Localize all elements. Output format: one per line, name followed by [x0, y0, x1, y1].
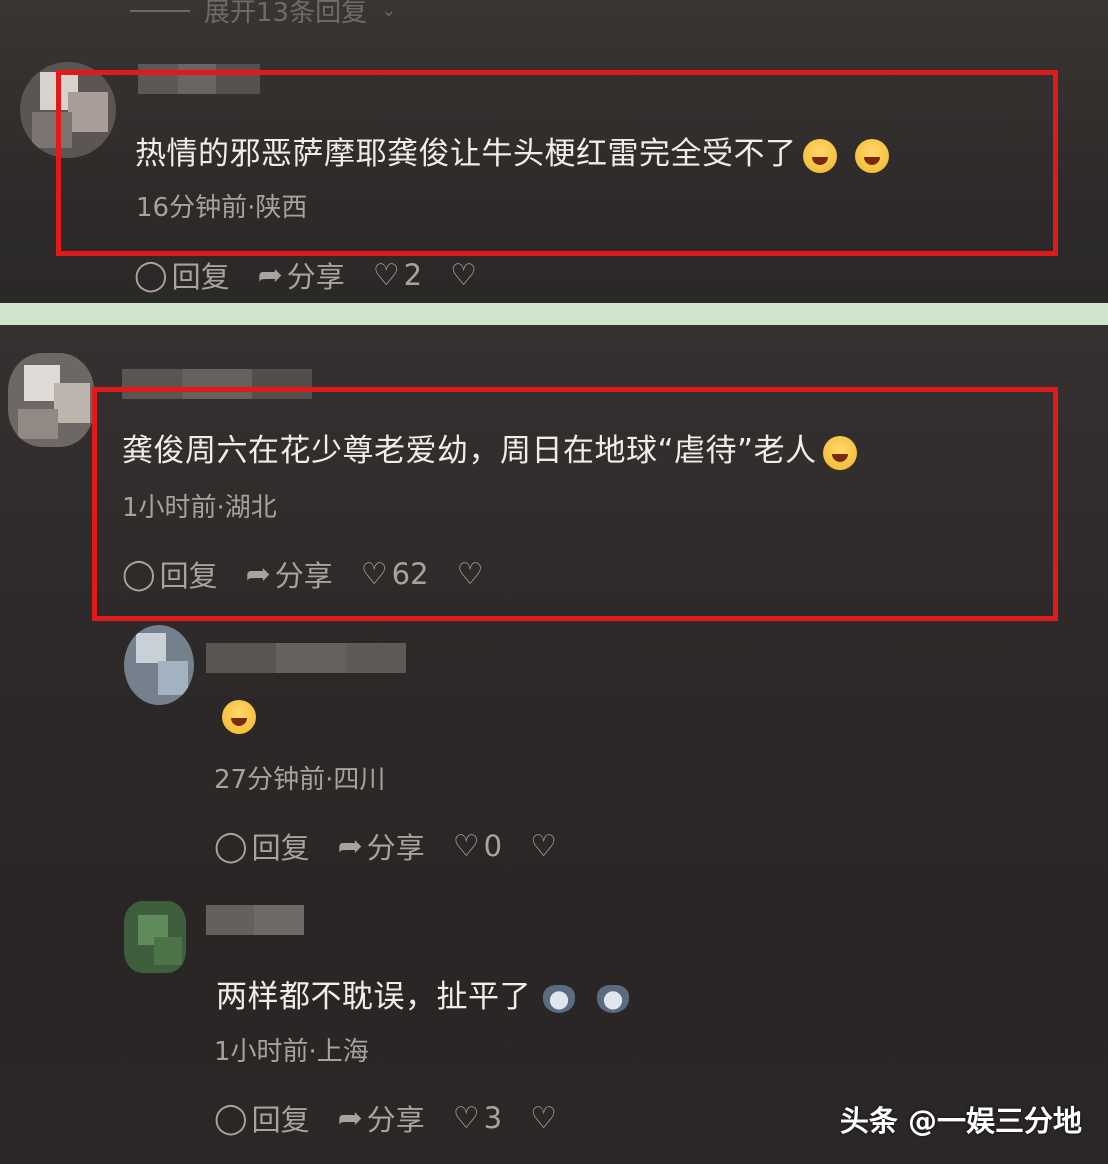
comment-panel-top: 展开13条回复 ⌄ 热情的邪恶萨摩耶龚俊让牛头梗红雷完全受不了 16分钟前·陕西…	[0, 0, 1108, 303]
avatar[interactable]	[124, 901, 186, 973]
broken-heart-icon: ♡	[450, 257, 478, 293]
expand-replies-label: 展开13条回复	[204, 0, 368, 28]
highlight-box	[92, 387, 1058, 621]
broken-heart-icon: ♡	[530, 828, 558, 864]
avatar[interactable]	[8, 353, 94, 447]
like-count: 3	[483, 1101, 503, 1135]
like-button[interactable]: ♡ 0	[453, 829, 502, 864]
expand-divider-line	[130, 9, 190, 12]
reply-label: 回复	[251, 831, 310, 865]
comment-panel-bottom: 龚俊周六在花少尊老爱幼，周日在地球“虐待”老人 1小时前·湖北 ◯ 回复 ➦ 分享 …	[0, 325, 1108, 1164]
comment-text	[216, 697, 256, 734]
comment-actions: ◯ 回复 ➦ 分享 ♡ 0 ♡	[214, 825, 589, 867]
like-button[interactable]: ♡ 2	[373, 258, 422, 293]
reply-label: 回复	[251, 1103, 310, 1137]
cat-emoji-icon	[597, 984, 629, 1013]
like-count: 0	[483, 829, 503, 863]
tears-of-joy-emoji-icon	[222, 699, 256, 734]
comment-actions: ◯ 回复 ➦ 分享 ♡ 3 ♡	[214, 1097, 589, 1139]
dislike-button[interactable]: ♡	[530, 829, 561, 864]
broken-heart-icon: ♡	[530, 1100, 558, 1136]
share-arrow-icon: ➦	[337, 828, 363, 864]
comment-bubble-icon: ◯	[134, 257, 168, 293]
comment-bubble-icon: ◯	[214, 1100, 248, 1136]
comment-meta: 1小时前·上海	[214, 1037, 369, 1067]
reply-label: 回复	[171, 260, 230, 294]
avatar[interactable]	[124, 625, 194, 705]
share-button[interactable]: ➦ 分享	[338, 1097, 425, 1139]
reply-button[interactable]: ◯ 回复	[214, 825, 310, 867]
like-button[interactable]: ♡ 3	[453, 1101, 502, 1136]
share-label: 分享	[366, 1103, 425, 1137]
comment-text: 两样都不耽误，扯平了	[216, 971, 629, 1016]
dislike-button[interactable]: ♡	[530, 1101, 561, 1136]
comment-meta: 27分钟前·四川	[214, 765, 386, 795]
cat-emoji-icon	[543, 984, 575, 1013]
watermark: 头条 @一娱三分地	[839, 1104, 1082, 1138]
share-arrow-icon: ➦	[337, 1100, 363, 1136]
comment-actions: ◯ 回复 ➦ 分享 ♡ 2 ♡	[134, 254, 509, 296]
share-label: 分享	[286, 260, 345, 294]
heart-icon: ♡	[452, 1100, 480, 1136]
heart-icon: ♡	[372, 257, 400, 293]
section-divider	[0, 303, 1108, 325]
share-arrow-icon: ➦	[257, 257, 283, 293]
share-button[interactable]: ➦ 分享	[338, 825, 425, 867]
dislike-button[interactable]: ♡	[450, 258, 481, 293]
username-blurred[interactable]	[206, 643, 406, 673]
share-label: 分享	[366, 831, 425, 865]
share-button[interactable]: ➦ 分享	[258, 254, 345, 296]
comment-body: 两样都不耽误，扯平了	[216, 979, 531, 1015]
reply-button[interactable]: ◯ 回复	[134, 254, 230, 296]
like-count: 2	[403, 258, 423, 292]
expand-replies-link[interactable]: 展开13条回复 ⌄	[130, 0, 396, 29]
username-blurred[interactable]	[206, 905, 304, 935]
comment-bubble-icon: ◯	[214, 828, 248, 864]
heart-icon: ♡	[452, 828, 480, 864]
chevron-down-icon: ⌄	[381, 0, 397, 21]
reply-button[interactable]: ◯ 回复	[214, 1097, 310, 1139]
highlight-box	[56, 70, 1058, 256]
